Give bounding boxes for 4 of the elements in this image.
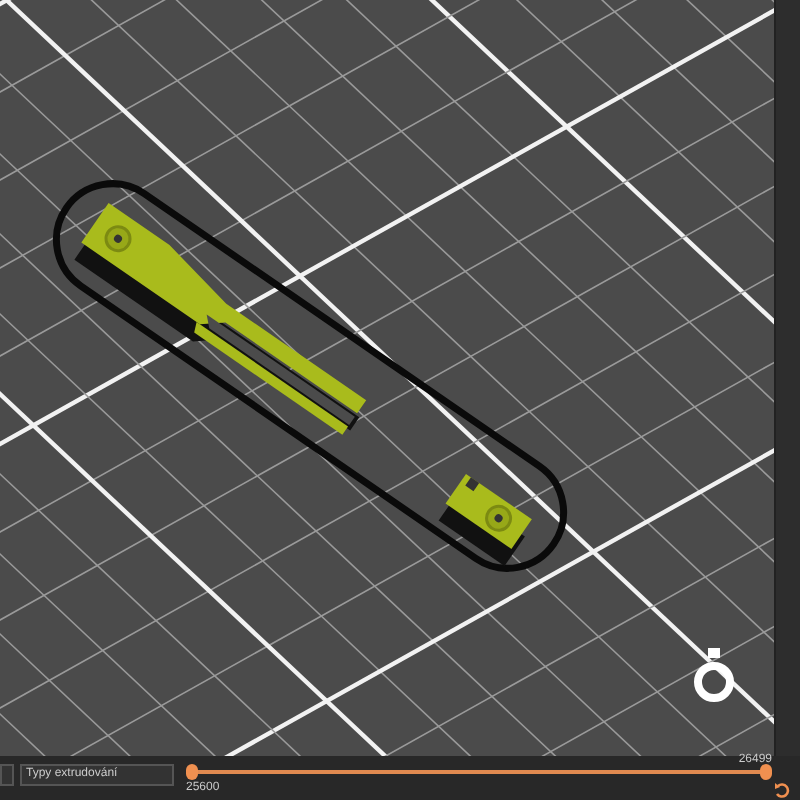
undo-icon[interactable] [774, 782, 790, 798]
slider-thumb[interactable] [760, 764, 772, 780]
slider-thumb[interactable] [186, 764, 198, 780]
input-field[interactable] [0, 764, 14, 786]
